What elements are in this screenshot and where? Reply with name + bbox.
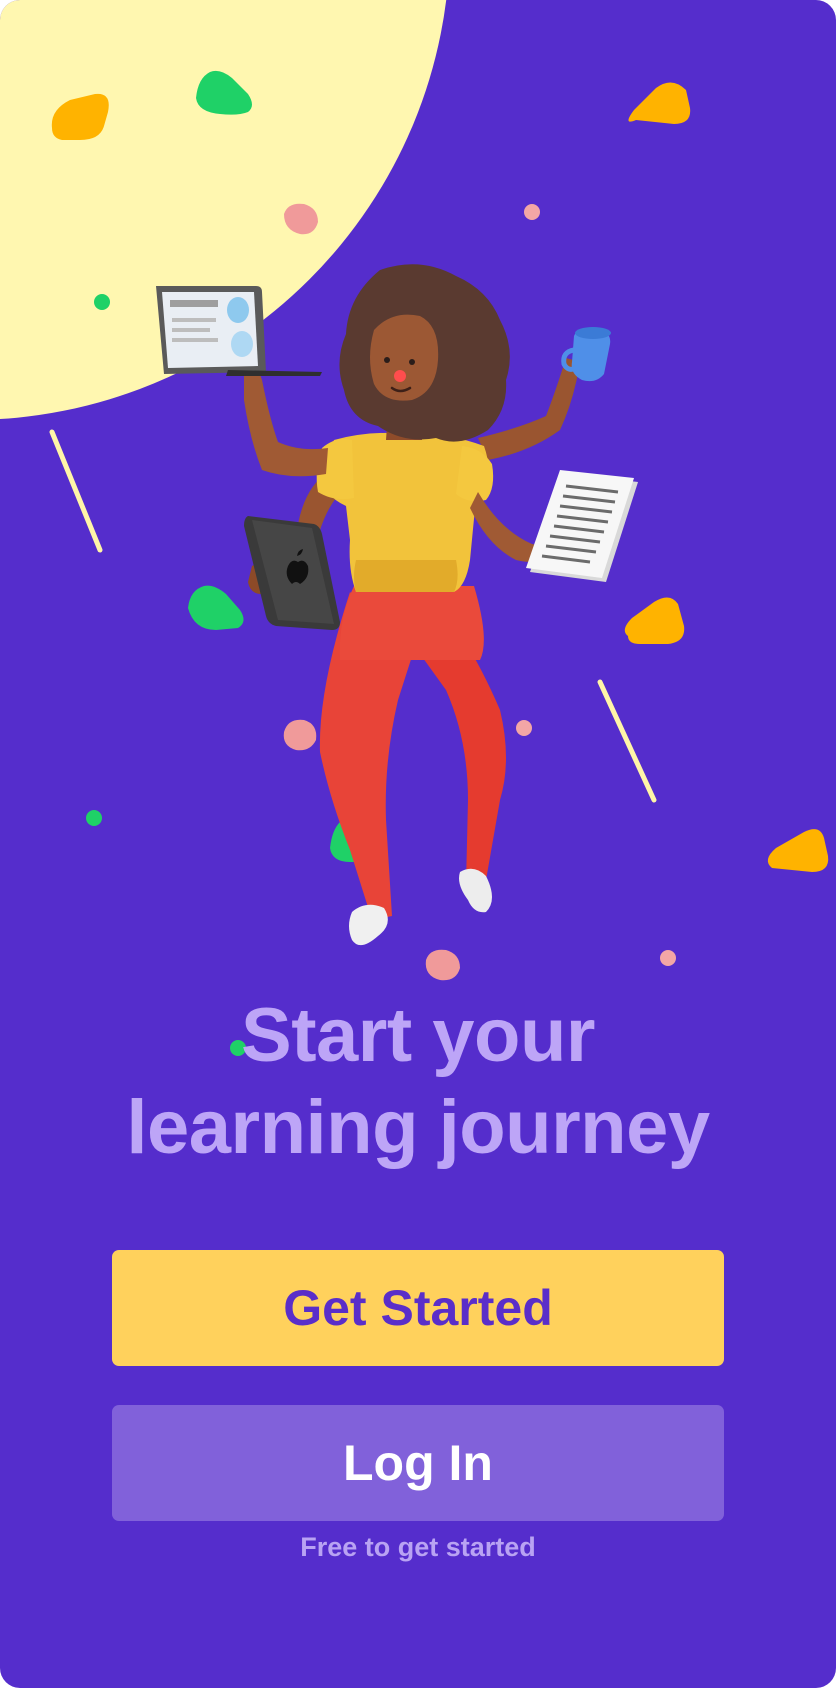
- shirt-shadow: [354, 560, 458, 592]
- document-papers-icon: [526, 470, 638, 582]
- log-in-button[interactable]: Log In: [112, 1405, 724, 1521]
- laptop-icon: [156, 286, 322, 376]
- left-shoe: [349, 904, 388, 946]
- pants-waist: [339, 586, 484, 660]
- left-eye: [384, 357, 390, 363]
- front-arm-left: [244, 367, 328, 477]
- face: [370, 314, 439, 401]
- nose: [394, 370, 406, 382]
- multitasking-woman-illustration: [156, 264, 638, 946]
- tablet-icon: [244, 516, 340, 630]
- page-title: Start your learning journey: [0, 990, 836, 1174]
- right-shoe: [459, 868, 492, 913]
- page-title-line-1: Start your: [241, 993, 595, 1078]
- get-started-button[interactable]: Get Started: [112, 1250, 724, 1366]
- page-title-line-2: learning journey: [126, 1085, 710, 1170]
- onboarding-screen: Start your learning journey Get Started …: [0, 0, 836, 1688]
- right-eye: [409, 359, 415, 365]
- free-to-start-note: Free to get started: [300, 1532, 536, 1562]
